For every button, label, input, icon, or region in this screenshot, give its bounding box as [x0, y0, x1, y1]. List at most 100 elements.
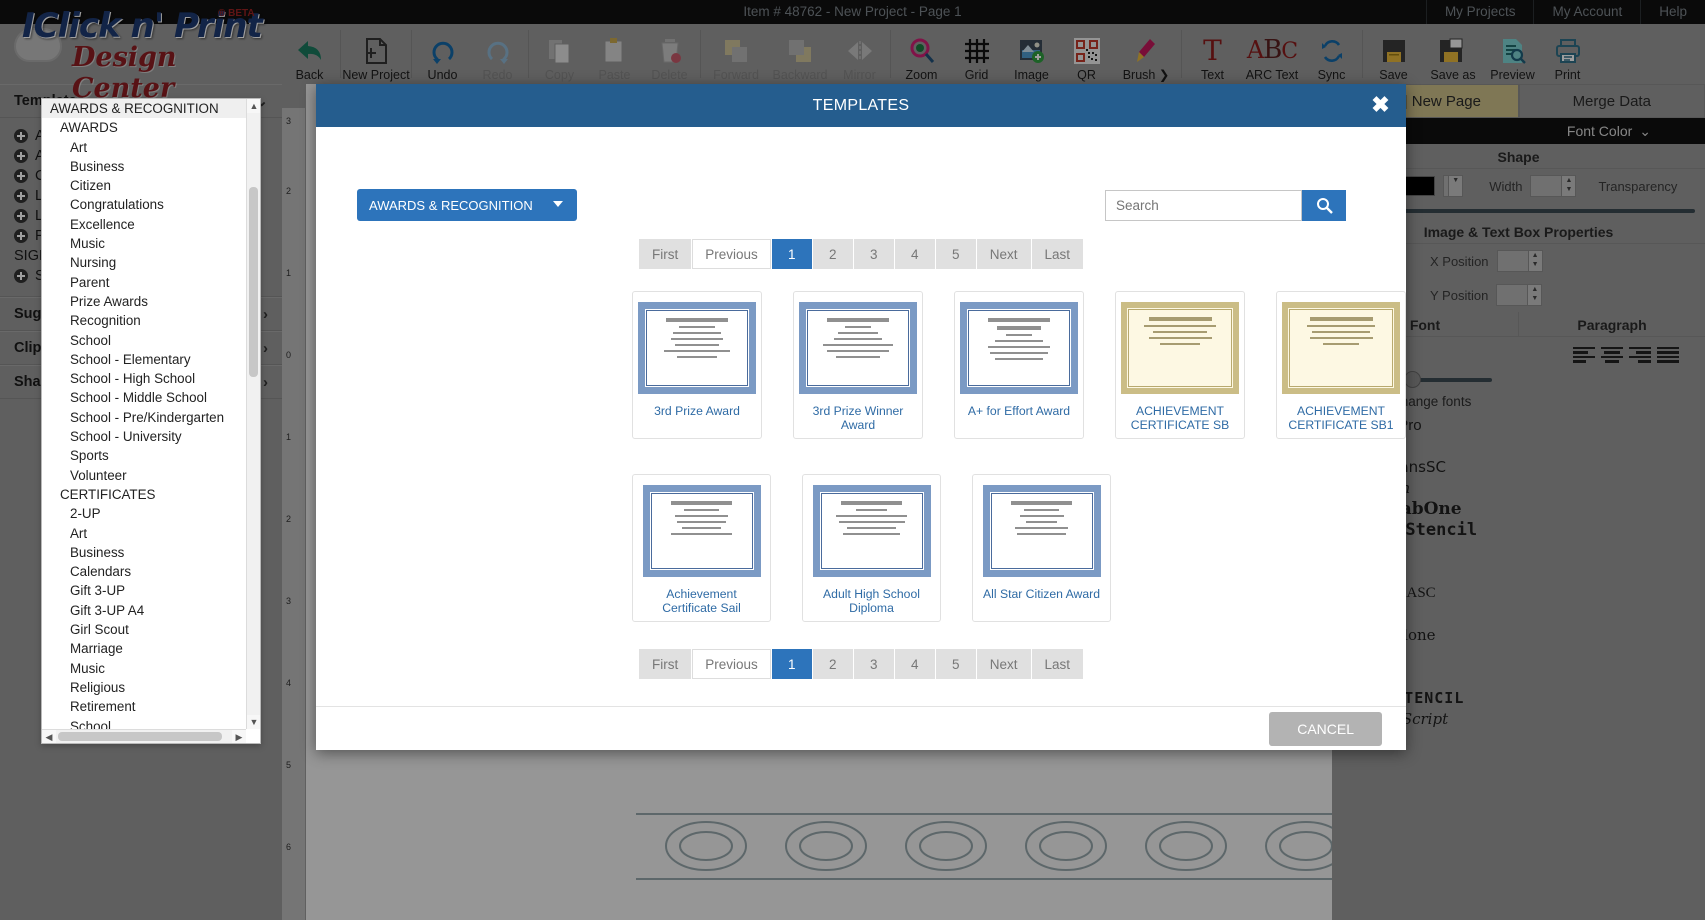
dropdown-scroll-thumb[interactable]: [249, 187, 258, 377]
modal-header: TEMPLATES ✖: [316, 84, 1406, 127]
template-thumbnail: [1282, 298, 1400, 398]
dropdown-item[interactable]: School - Pre/Kindergarten: [42, 408, 246, 427]
category-dropdown-label: AWARDS & RECOGNITION: [369, 198, 533, 213]
template-thumbnail: [808, 481, 935, 581]
template-caption: 3rd Prize Winner Award: [799, 398, 917, 434]
template-card[interactable]: ACHIEVEMENT CERTIFICATE SB: [1115, 291, 1245, 439]
dropdown-item[interactable]: Art: [42, 138, 246, 157]
template-thumbnail: [638, 481, 765, 581]
dropdown-item[interactable]: Sports: [42, 446, 246, 465]
modal-title: TEMPLATES: [813, 97, 910, 115]
dropdown-item[interactable]: AWARDS: [42, 118, 246, 137]
template-caption: A+ for Effort Award: [960, 398, 1078, 420]
dropdown-item[interactable]: School - High School: [42, 369, 246, 388]
template-caption: Adult High School Diploma: [808, 581, 935, 617]
page-2-button[interactable]: 2: [813, 239, 853, 269]
search-button[interactable]: [1302, 190, 1346, 221]
template-caption: 3rd Prize Award: [638, 398, 756, 420]
page-1-button-bottom[interactable]: 1: [772, 649, 812, 679]
category-dropdown-button[interactable]: AWARDS & RECOGNITION: [357, 189, 577, 221]
dropdown-item[interactable]: Girl Scout: [42, 620, 246, 639]
dropdown-item[interactable]: CERTIFICATES: [42, 485, 246, 504]
page-next-button-bottom[interactable]: Next: [977, 649, 1031, 679]
modal-footer: CANCEL: [316, 706, 1406, 750]
dropdown-item[interactable]: Citizen: [42, 176, 246, 195]
dropdown-item[interactable]: Art: [42, 524, 246, 543]
page-3-button-bottom[interactable]: 3: [854, 649, 894, 679]
dropdown-item[interactable]: School: [42, 331, 246, 350]
category-dropdown-list[interactable]: AWARDS & RECOGNITIONAWARDSArtBusinessCit…: [41, 98, 261, 744]
close-icon[interactable]: ✖: [1371, 94, 1390, 116]
dropdown-item[interactable]: Business: [42, 543, 246, 562]
page-5-button-bottom[interactable]: 5: [936, 649, 976, 679]
dropdown-item[interactable]: Retirement: [42, 697, 246, 716]
template-caption: All Star Citizen Award: [978, 581, 1105, 603]
template-thumbnail: [1121, 298, 1239, 398]
scroll-right-arrow-icon[interactable]: ▶: [232, 730, 246, 744]
dropdown-item[interactable]: 2-UP: [42, 504, 246, 523]
template-card[interactable]: 3rd Prize Winner Award: [793, 291, 923, 439]
template-thumbnail: [638, 298, 756, 398]
template-card[interactable]: Adult High School Diploma: [802, 474, 941, 622]
template-card[interactable]: ACHIEVEMENT CERTIFICATE SB1: [1276, 291, 1406, 439]
template-card[interactable]: Achievement Certificate Sail: [632, 474, 771, 622]
page-5-button[interactable]: 5: [936, 239, 976, 269]
page-first-button-bottom[interactable]: First: [639, 649, 691, 679]
dropdown-scroll-viewport: AWARDS & RECOGNITIONAWARDSArtBusinessCit…: [42, 99, 246, 729]
dropdown-item[interactable]: AWARDS & RECOGNITION: [42, 99, 246, 118]
dropdown-item[interactable]: Recognition: [42, 311, 246, 330]
page-last-button[interactable]: Last: [1032, 239, 1084, 269]
dropdown-item[interactable]: School - University: [42, 427, 246, 446]
dropdown-item[interactable]: Excellence: [42, 215, 246, 234]
cancel-button[interactable]: CANCEL: [1269, 712, 1382, 746]
dropdown-item[interactable]: Gift 3-UP: [42, 581, 246, 600]
dropdown-item[interactable]: Religious: [42, 678, 246, 697]
template-card[interactable]: All Star Citizen Award: [972, 474, 1111, 622]
scroll-down-arrow-icon[interactable]: ▼: [247, 715, 261, 729]
page-2-button-bottom[interactable]: 2: [813, 649, 853, 679]
chevron-down-icon: [553, 201, 563, 207]
dropdown-item[interactable]: School - Middle School: [42, 388, 246, 407]
page-next-button[interactable]: Next: [977, 239, 1031, 269]
dropdown-vertical-scrollbar[interactable]: ▲ ▼: [246, 99, 260, 729]
dropdown-item[interactable]: Congratulations: [42, 195, 246, 214]
page-1-button[interactable]: 1: [772, 239, 812, 269]
dropdown-item[interactable]: Marriage: [42, 639, 246, 658]
dropdown-item[interactable]: Nursing: [42, 253, 246, 272]
dropdown-item[interactable]: School: [42, 717, 246, 730]
dropdown-item[interactable]: Music: [42, 659, 246, 678]
modal-body: AWARDS & RECOGNITION First Previous 1 2 …: [316, 127, 1406, 706]
dropdown-item[interactable]: Volunteer: [42, 466, 246, 485]
template-thumbnail: [960, 298, 1078, 398]
page-4-button[interactable]: 4: [895, 239, 935, 269]
template-caption: ACHIEVEMENT CERTIFICATE SB: [1121, 398, 1239, 434]
template-caption: Achievement Certificate Sail: [638, 581, 765, 617]
template-card[interactable]: 3rd Prize Award: [632, 291, 762, 439]
page-previous-button-bottom[interactable]: Previous: [692, 649, 771, 679]
scroll-left-arrow-icon[interactable]: ◀: [42, 730, 56, 744]
scroll-up-arrow-icon[interactable]: ▲: [247, 99, 261, 113]
page-3-button[interactable]: 3: [854, 239, 894, 269]
dropdown-item[interactable]: School - Elementary: [42, 350, 246, 369]
dropdown-horizontal-scrollbar[interactable]: ◀ ▶: [42, 729, 246, 743]
pagination-bottom: First Previous 1 2 3 4 5 Next Last: [316, 649, 1406, 679]
template-row-2: Achievement Certificate Sail Adult High …: [316, 474, 1406, 622]
dropdown-item[interactable]: Music: [42, 234, 246, 253]
search-icon: [1316, 197, 1333, 214]
template-grid-area: First Previous 1 2 3 4 5 Next Last 3rd P…: [316, 239, 1406, 706]
dropdown-item[interactable]: Gift 3-UP A4: [42, 601, 246, 620]
dropdown-item[interactable]: Prize Awards: [42, 292, 246, 311]
template-row-1: 3rd Prize Award 3rd Prize Winner Award A…: [316, 291, 1406, 439]
page-last-button-bottom[interactable]: Last: [1032, 649, 1084, 679]
page-first-button[interactable]: First: [639, 239, 691, 269]
dropdown-hscroll-thumb[interactable]: [58, 732, 222, 741]
search-box: [1105, 190, 1346, 221]
template-card[interactable]: A+ for Effort Award: [954, 291, 1084, 439]
dropdown-item[interactable]: Business: [42, 157, 246, 176]
template-thumbnail: [978, 481, 1105, 581]
dropdown-item[interactable]: Calendars: [42, 562, 246, 581]
dropdown-item[interactable]: Parent: [42, 273, 246, 292]
page-previous-button[interactable]: Previous: [692, 239, 771, 269]
search-input[interactable]: [1105, 190, 1302, 221]
page-4-button-bottom[interactable]: 4: [895, 649, 935, 679]
